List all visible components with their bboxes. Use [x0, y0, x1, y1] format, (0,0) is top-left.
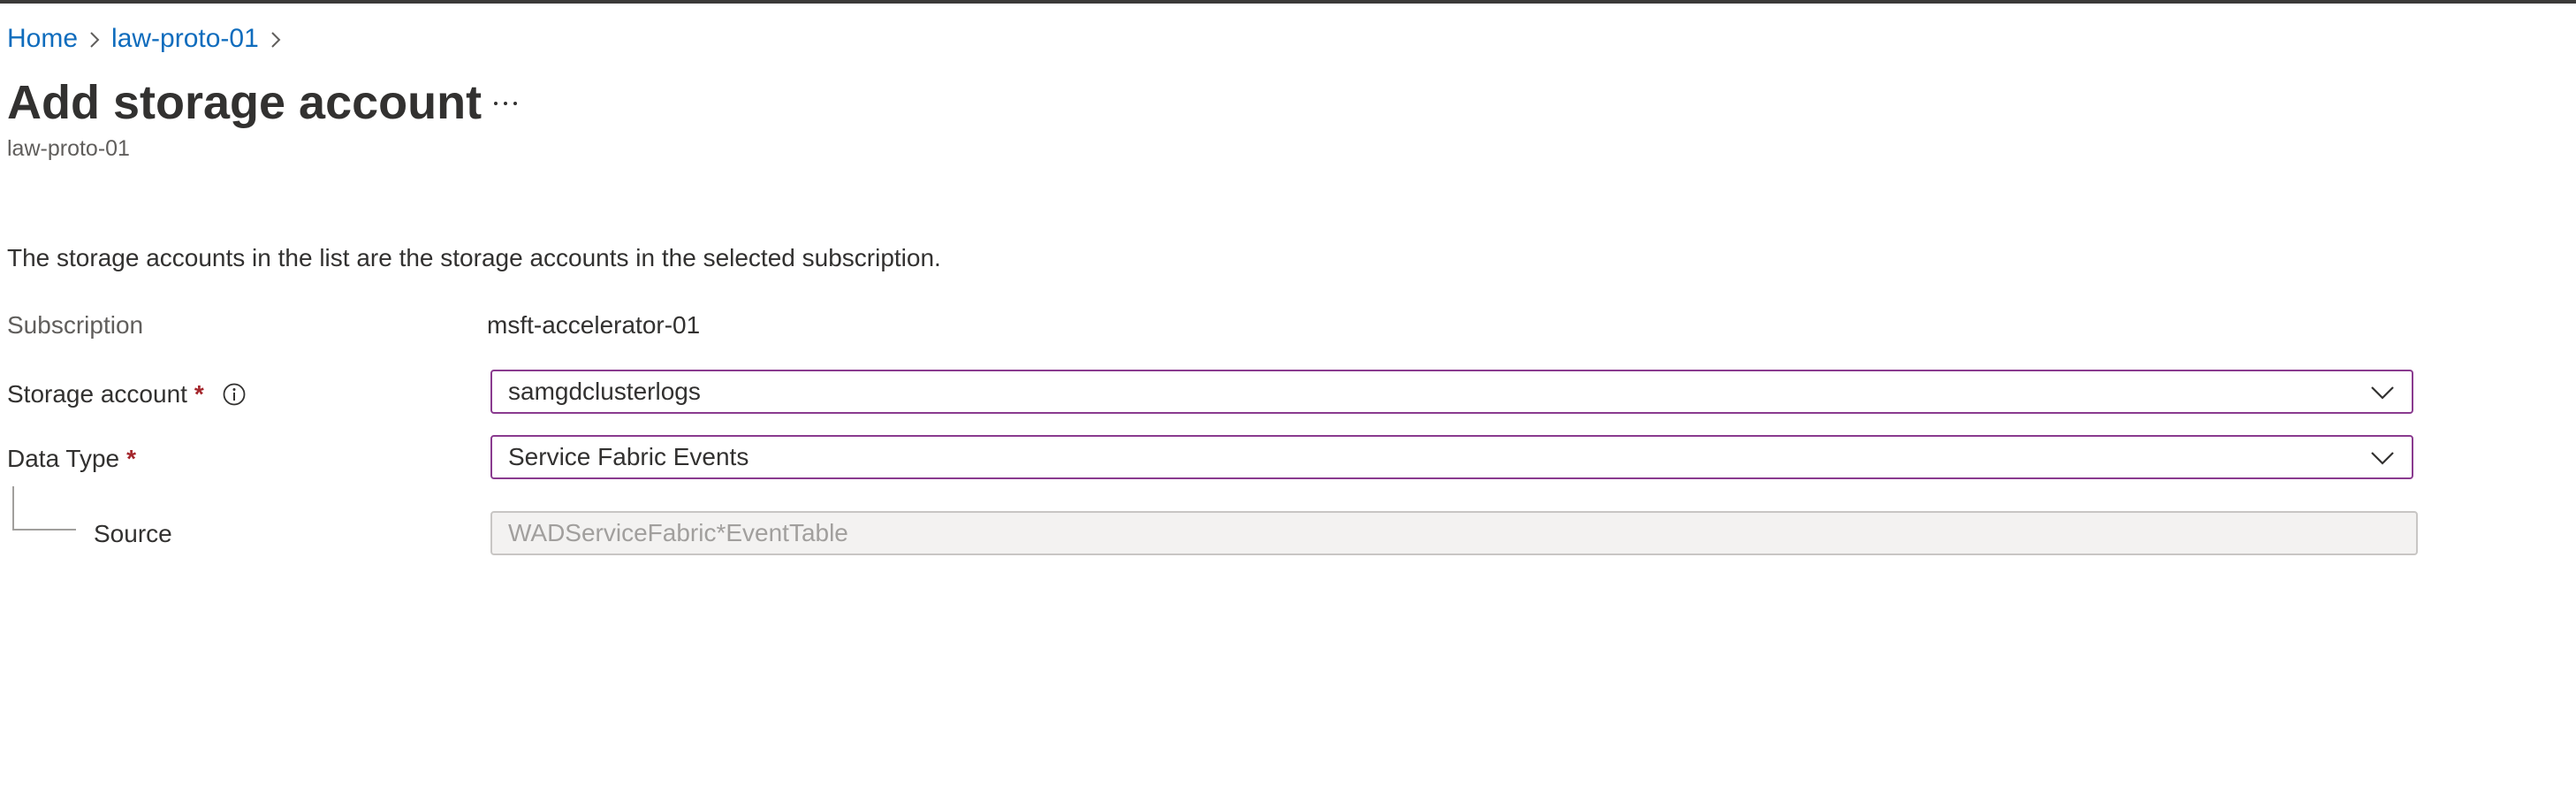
- storage-account-label-text: Storage account: [7, 380, 187, 408]
- required-indicator: *: [194, 380, 204, 408]
- subscription-value: msft-accelerator-01: [487, 311, 701, 339]
- chevron-down-icon: [2369, 384, 2396, 401]
- chevron-right-icon: [259, 21, 293, 57]
- info-icon[interactable]: [222, 382, 247, 407]
- more-icon: [492, 95, 519, 111]
- subscription-label-text: Subscription: [7, 311, 144, 339]
- breadcrumb-home-link[interactable]: Home: [7, 24, 78, 54]
- description-text: The storage accounts in the list are the…: [7, 244, 941, 271]
- data-type-label: Data Type *: [7, 443, 136, 475]
- page-title: Add storage account: [7, 76, 483, 129]
- data-type-label-text: Data Type: [7, 445, 120, 472]
- more-actions-button[interactable]: [484, 85, 527, 120]
- chevron-right-icon: [78, 21, 111, 57]
- data-type-selected: Service Fabric Events: [508, 443, 749, 470]
- storage-account-selected: samgdclusterlogs: [508, 378, 701, 405]
- required-indicator: *: [126, 445, 137, 472]
- chevron-down-icon: [2369, 449, 2396, 467]
- subscription-label: Subscription: [7, 309, 143, 341]
- source-input: [490, 511, 2418, 555]
- storage-account-label: Storage account *: [7, 378, 247, 410]
- source-label: Source: [94, 520, 172, 547]
- breadcrumb: Home law-proto-01: [7, 21, 293, 57]
- top-border: [0, 0, 2576, 4]
- storage-account-dropdown[interactable]: samgdclusterlogs: [490, 370, 2413, 414]
- data-type-dropdown[interactable]: Service Fabric Events: [490, 435, 2413, 479]
- page-subtitle: law-proto-01: [7, 136, 130, 161]
- tree-connector: [12, 486, 76, 531]
- breadcrumb-workspace-link[interactable]: law-proto-01: [111, 24, 259, 54]
